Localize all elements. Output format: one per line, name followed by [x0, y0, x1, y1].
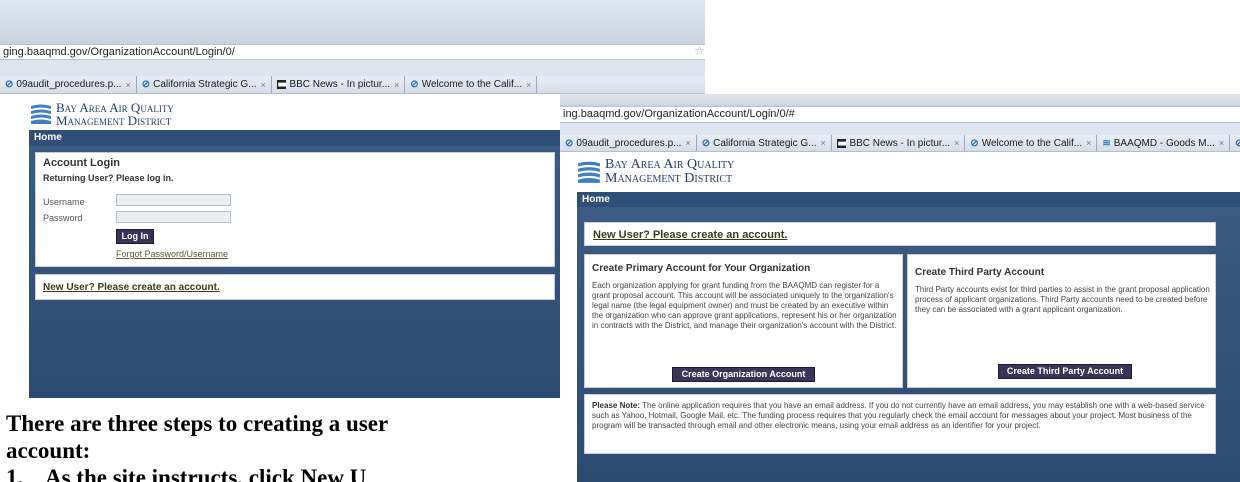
- logo-line2: Management District: [56, 113, 172, 128]
- browser-tab[interactable]: ■■ BBC News - In pictur... ×: [832, 135, 966, 151]
- username-input[interactable]: [116, 194, 231, 206]
- main-navbar: Home: [29, 130, 560, 146]
- globe-icon: ⊘: [141, 79, 151, 90]
- browser-tab-strip: ⊘ 09audit_procedures.p... × ⊘ California St…: [0, 76, 705, 94]
- globe-icon: ⊘: [970, 137, 979, 149]
- caption-line2: account:: [6, 438, 91, 463]
- address-url: ing.baaqmd.gov/OrganizationAccount/Login…: [563, 108, 795, 120]
- browser-tab[interactable]: ■■ BBC News - In pictur... ×: [272, 76, 406, 93]
- close-icon[interactable]: ×: [1086, 138, 1091, 148]
- browser-tab[interactable]: ⊘ California Strategic G... ×: [697, 135, 832, 151]
- new-user-panel: New User? Please create an account.: [35, 274, 555, 300]
- close-icon[interactable]: ×: [1219, 138, 1224, 148]
- browser-tab[interactable]: ⊘ Welcome to the Calif... ×: [965, 135, 1098, 151]
- browser-frame: [560, 94, 1240, 106]
- close-icon[interactable]: ×: [125, 80, 130, 90]
- browser-tab[interactable]: ⊘: [1230, 135, 1240, 151]
- new-user-link[interactable]: New User? Please create an account.: [43, 282, 220, 293]
- browser-tab[interactable]: ≋ BAAQMD - Goods M... ×: [1097, 135, 1231, 151]
- password-input[interactable]: [116, 211, 231, 223]
- email-note: Please Note: The online application requ…: [592, 401, 1212, 431]
- address-url: ging.baaqmd.gov/OrganizationAccount/Logi…: [3, 46, 235, 58]
- new-user-panel: New User? Please create an account.: [584, 222, 1216, 246]
- email-note-panel: Please Note: The online application requ…: [584, 394, 1216, 454]
- right-screenshot: ing.baaqmd.gov/OrganizationAccount/Login…: [560, 94, 1240, 482]
- email-note-label: Please Note:: [592, 401, 641, 410]
- globe-icon: ⊘: [701, 137, 711, 149]
- third-party-account-title: Create Third Party Account: [915, 267, 1045, 278]
- primary-account-title: Create Primary Account for Your Organiza…: [592, 263, 811, 274]
- baaqmd-logo-icon: [578, 161, 600, 183]
- browser-tab[interactable]: ⊘ Welcome to the Calif... ×: [405, 76, 538, 93]
- create-third-party-account-button[interactable]: Create Third Party Account: [998, 364, 1132, 379]
- browser-tab[interactable]: ⊘ 09audit_procedures.p... ×: [0, 76, 137, 93]
- browser-frame: [0, 0, 705, 44]
- third-party-account-description: Third Party accounts exist for third par…: [915, 285, 1210, 314]
- login-button[interactable]: Log In: [116, 229, 154, 244]
- caption: There are three steps to creating a user…: [6, 410, 566, 482]
- browser-tab[interactable]: ⊘ California Strategic G... ×: [137, 76, 272, 93]
- site-logo[interactable]: Bay Area Air Quality Management District: [30, 101, 174, 127]
- bbc-icon: ■■: [276, 80, 287, 89]
- primary-account-description: Each organization applying for grant fun…: [592, 281, 897, 330]
- main-navbar: Home: [577, 192, 1240, 207]
- close-icon[interactable]: ×: [394, 80, 399, 90]
- close-icon[interactable]: ×: [685, 138, 690, 148]
- create-organization-account-button[interactable]: Create Organization Account: [672, 367, 815, 382]
- browser-tab-strip: ⊘ 09audit_procedures.p... × ⊘ California St…: [560, 135, 1240, 152]
- baaqmd-logo-icon: [31, 104, 51, 124]
- address-bar[interactable]: ging.baaqmd.gov/OrganizationAccount/Logi…: [0, 44, 705, 60]
- username-label: Username: [43, 197, 85, 207]
- browser-tab[interactable]: ⊘ 09audit_procedures.p... ×: [560, 135, 697, 151]
- close-icon[interactable]: ×: [526, 80, 531, 90]
- caption-line3: 1. As the site instructs, click New U: [6, 465, 367, 482]
- baaqmd-icon: ≋: [1102, 137, 1111, 149]
- forgot-password-link[interactable]: Forgot Password/Username: [116, 249, 228, 259]
- site-logo[interactable]: Bay Area Air Quality Management District: [577, 158, 734, 186]
- nav-home-link[interactable]: Home: [582, 194, 610, 205]
- globe-icon: ⊘: [410, 79, 419, 90]
- bookmark-star-icon[interactable]: ☆: [694, 44, 705, 58]
- primary-account-panel: Create Primary Account for Your Organiza…: [584, 254, 903, 388]
- toolbar-strip: [0, 60, 705, 76]
- third-party-account-panel: Create Third Party Account Third Party a…: [907, 254, 1216, 388]
- globe-icon: ⊘: [1235, 138, 1240, 149]
- login-panel: Account Login Returning User? Please log…: [35, 152, 555, 267]
- logo-line2: Management District: [605, 171, 733, 186]
- email-note-text: The online application requires that you…: [592, 401, 1205, 430]
- bbc-icon: ■■: [836, 138, 847, 148]
- address-bar[interactable]: ing.baaqmd.gov/OrganizationAccount/Login…: [560, 106, 1240, 123]
- close-icon[interactable]: ×: [954, 138, 959, 148]
- close-icon[interactable]: ×: [261, 80, 266, 90]
- password-label: Password: [43, 213, 83, 223]
- logo-line1: Bay Area Air Quality: [605, 157, 735, 172]
- login-title: Account Login: [43, 157, 120, 169]
- nav-home-link[interactable]: Home: [34, 132, 62, 143]
- toolbar-strip: [560, 123, 1240, 135]
- close-icon[interactable]: ×: [821, 138, 826, 148]
- login-subtitle: Returning User? Please log in.: [43, 173, 174, 183]
- globe-icon: ⊘: [565, 137, 574, 149]
- new-user-link[interactable]: New User? Please create an account.: [593, 229, 787, 241]
- globe-icon: ⊘: [5, 79, 14, 90]
- caption-line1: There are three steps to creating a user: [6, 411, 389, 436]
